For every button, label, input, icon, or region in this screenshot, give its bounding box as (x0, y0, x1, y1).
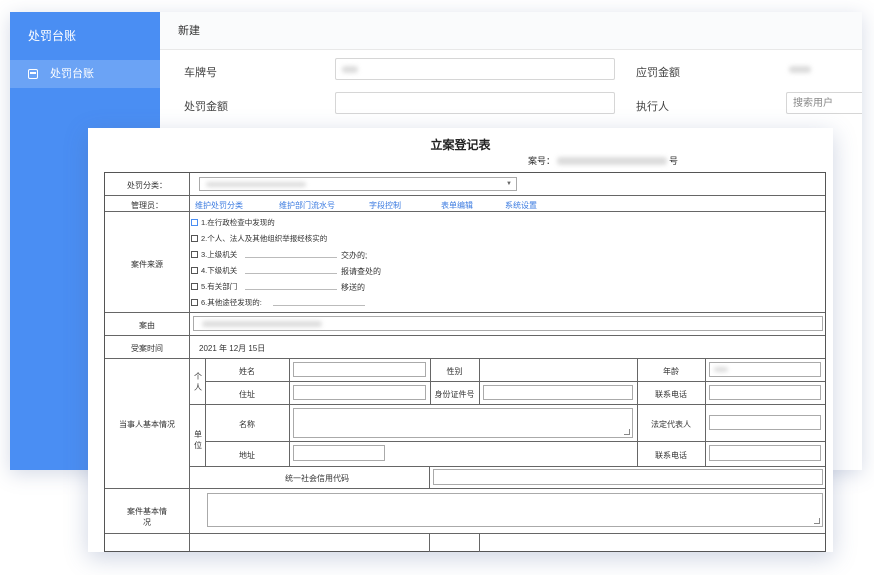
calendar-icon (28, 69, 38, 79)
checkbox[interactable] (191, 299, 198, 306)
credit-code-label: 统一社会信用代码 (285, 474, 349, 483)
name-label: 姓名 (239, 367, 255, 376)
legal-rep-input[interactable] (709, 415, 821, 430)
age-input[interactable] (709, 362, 821, 377)
source-option-6[interactable]: 6.其他途径发现的: (191, 297, 262, 308)
individual-label: 个人 (194, 372, 202, 392)
form-table: 处罚分类： ▼ 管理员： 维护处罚分类 维护部门流水号 字段控制 表单编辑 系统… (104, 172, 826, 552)
source-option-1[interactable]: 1.在行政检查中发现的 (191, 217, 275, 228)
address-input[interactable] (293, 385, 426, 400)
redacted-value (557, 156, 668, 165)
link-maintain-category[interactable]: 维护处罚分类 (195, 200, 243, 211)
case-number: 案号： 号 (528, 154, 678, 167)
manager-label: 管理员： (131, 201, 163, 210)
category-label: 处罚分类： (127, 181, 167, 190)
checkbox[interactable] (191, 219, 198, 226)
redacted-value (206, 182, 306, 187)
unit-phone-input[interactable] (709, 445, 821, 461)
fine-due-label: 应罚金额 (636, 67, 680, 79)
source-5-input[interactable] (245, 278, 337, 290)
source-label: 案件来源 (131, 260, 163, 269)
gender-label: 性别 (446, 367, 463, 376)
unit-address-input[interactable] (293, 445, 385, 461)
link-form-edit[interactable]: 表单编辑 (441, 200, 473, 211)
checkbox[interactable] (191, 235, 198, 242)
case-number-prefix: 案号： (528, 156, 556, 166)
age-label: 年龄 (663, 367, 679, 376)
unit-phone-label: 联系电话 (655, 451, 687, 460)
redacted-value (202, 321, 322, 327)
checkbox[interactable] (191, 267, 198, 274)
source-4-input[interactable] (245, 262, 337, 274)
source-4-suffix: 报请查处的 (341, 267, 381, 276)
source-option-5[interactable]: 5.有关部门 (191, 281, 237, 292)
time-label: 受案时间 (131, 344, 163, 353)
source-3-input[interactable] (245, 246, 337, 258)
cause-label: 案由 (139, 321, 155, 330)
executor-placeholder: 搜索用户 (793, 98, 833, 109)
resize-handle-icon[interactable] (624, 429, 630, 435)
id-input[interactable] (483, 385, 633, 400)
name-input[interactable] (293, 362, 426, 377)
link-system-settings[interactable]: 系统设置 (505, 200, 537, 211)
time-value[interactable]: 2021 年 12月 15日 (199, 343, 265, 354)
sidebar-item-label: 处罚台账 (50, 68, 94, 80)
redacted-value (789, 66, 811, 73)
party-label: 当事人基本情况 (119, 420, 175, 429)
source-5-suffix: 移送的 (341, 283, 365, 292)
redacted-value (342, 66, 358, 73)
redacted-value (714, 367, 728, 372)
unit-name-label: 名称 (239, 420, 255, 429)
plate-input[interactable] (335, 58, 615, 80)
basic-info-textarea[interactable] (207, 493, 823, 527)
fine-amount-label: 处罚金额 (184, 101, 228, 113)
executor-search-input[interactable]: 搜索用户 (786, 92, 862, 114)
case-registration-form: 立案登记表 案号： 号 处罚分类： ▼ 管理员： 维护处罚分类 维护部门流水号 … (88, 128, 833, 552)
plate-label: 车牌号 (184, 67, 217, 79)
fine-amount-input[interactable] (335, 92, 615, 114)
unit-address-label: 地址 (239, 451, 255, 460)
page-title: 新建 (160, 12, 862, 50)
case-number-suffix: 号 (669, 156, 679, 166)
link-maintain-serial[interactable]: 维护部门流水号 (279, 200, 335, 211)
chevron-down-icon: ▼ (506, 181, 512, 187)
source-option-3[interactable]: 3.上级机关 (191, 249, 237, 260)
sidebar-item-penalty-ledger[interactable]: 处罚台账 (10, 60, 160, 88)
source-3-suffix: 交办的; (341, 251, 368, 260)
id-label: 身份证件号 (434, 390, 475, 399)
cause-input[interactable] (193, 316, 823, 331)
phone-label: 联系电话 (655, 390, 687, 399)
executor-label: 执行人 (636, 101, 669, 113)
resize-handle-icon[interactable] (814, 518, 820, 524)
sidebar-title: 处罚台账 (28, 29, 77, 43)
legal-rep-label: 法定代表人 (651, 420, 691, 429)
source-option-4[interactable]: 4.下级机关 (191, 265, 237, 276)
basic-info-label: 案件基本情况 (127, 507, 167, 527)
source-option-2[interactable]: 2.个人、法人及其他组织举报经核实的 (191, 233, 327, 244)
unit-name-textarea[interactable] (293, 408, 633, 438)
credit-code-input[interactable] (433, 469, 823, 485)
source-6-input[interactable] (273, 294, 365, 306)
link-field-control[interactable]: 字段控制 (369, 200, 401, 211)
checkbox[interactable] (191, 251, 198, 258)
fine-due-input[interactable] (786, 58, 862, 80)
address-label: 住址 (239, 390, 255, 399)
form-title: 立案登记表 (430, 138, 491, 152)
category-select[interactable]: ▼ (199, 177, 517, 191)
unit-label: 单位 (194, 430, 202, 450)
phone-input[interactable] (709, 385, 821, 400)
checkbox[interactable] (191, 283, 198, 290)
